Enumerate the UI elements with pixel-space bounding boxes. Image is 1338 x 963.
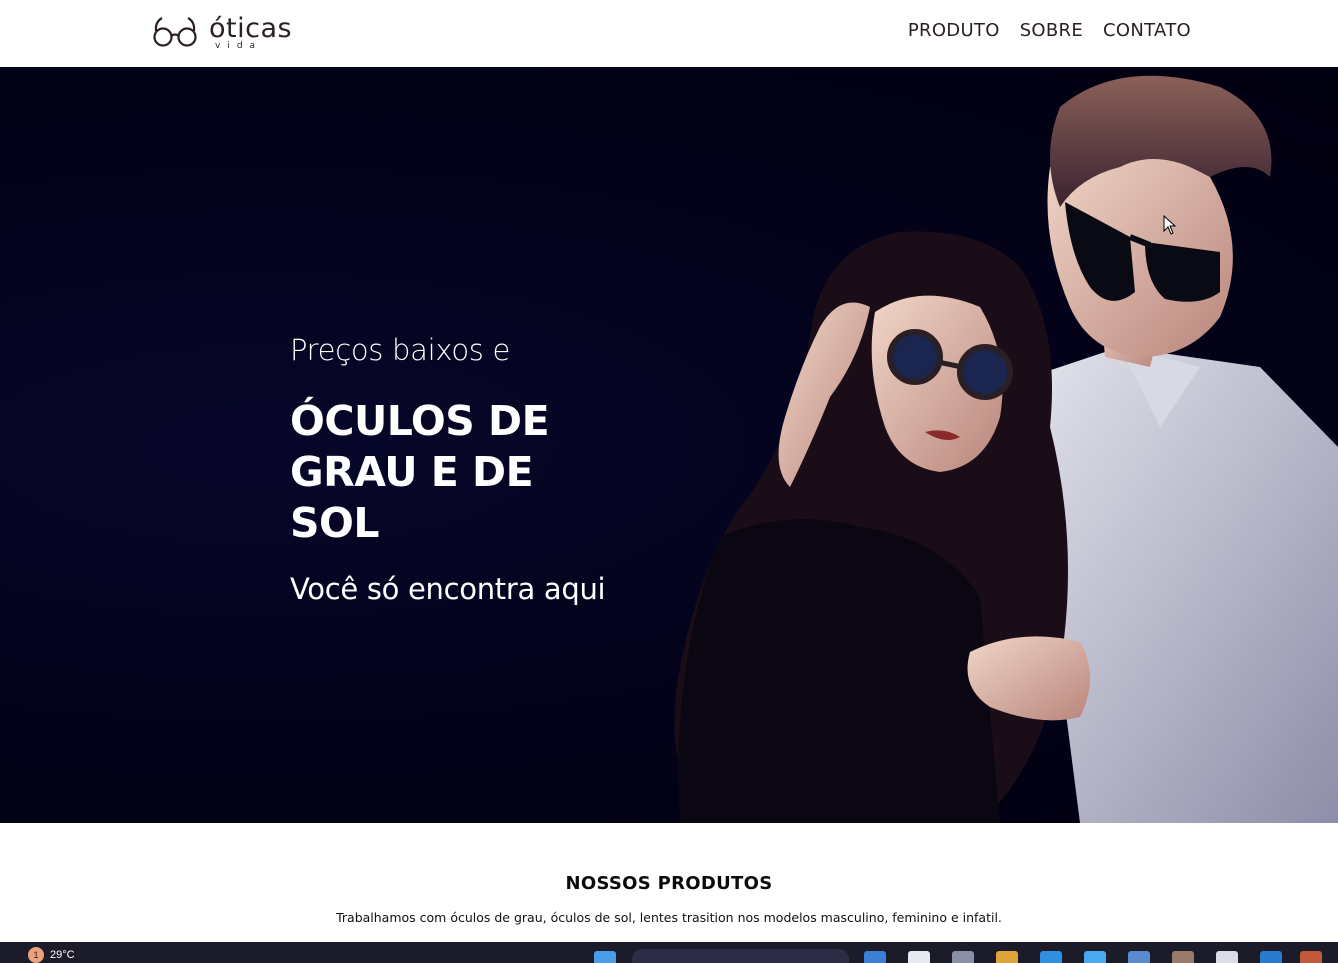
main-nav: PRODUTO SOBRE CONTATO	[908, 20, 1191, 41]
hero-banner: Preços baixos e ÓCULOS DE GRAU E DE SOL …	[0, 67, 1338, 823]
mouse-cursor-icon	[1163, 215, 1177, 235]
hero-couple-image	[674, 75, 1338, 823]
hero-subtitle: Você só encontra aqui	[290, 572, 606, 606]
start-icon[interactable]	[594, 951, 616, 963]
folder-icon[interactable]	[996, 951, 1018, 963]
hero-text-block: Preços baixos e ÓCULOS DE GRAU E DE SOL …	[290, 333, 630, 606]
calendar-icon[interactable]	[1084, 951, 1106, 963]
products-title: NOSSOS PRODUTOS	[565, 873, 773, 894]
app-icon-2[interactable]	[908, 951, 930, 963]
taskbar-search[interactable]	[632, 949, 849, 963]
vscode-icon[interactable]	[1260, 951, 1282, 963]
glasses-icon	[153, 17, 197, 47]
app-icon-1[interactable]	[864, 951, 886, 963]
logo-text: óticas	[209, 13, 293, 44]
products-section: NOSSOS PRODUTOS Trabalhamos com óculos d…	[0, 823, 1338, 942]
temperature: 29°C	[50, 949, 75, 961]
app-icon-5[interactable]	[1216, 951, 1238, 963]
site-header: óticas vida PRODUTO SOBRE CONTATO	[0, 0, 1338, 67]
weather-widget[interactable]: 1 29°C	[28, 947, 75, 963]
app-icon-6[interactable]	[1300, 951, 1322, 963]
products-description: Trabalhamos com óculos de grau, óculos d…	[336, 910, 1002, 925]
edge-icon[interactable]	[1040, 951, 1062, 963]
app-icon-4[interactable]	[1172, 951, 1194, 963]
app-icon-3[interactable]	[952, 951, 974, 963]
hero-pretitle: Preços baixos e	[290, 333, 511, 367]
nav-sobre[interactable]: SOBRE	[1020, 20, 1083, 41]
nav-produto[interactable]: PRODUTO	[908, 20, 1000, 41]
hero-title: ÓCULOS DE GRAU E DE SOL	[290, 397, 550, 547]
nav-contato[interactable]: CONTATO	[1103, 20, 1191, 41]
taskbar: 1 29°C	[0, 942, 1338, 963]
logo[interactable]: óticas vida	[152, 14, 312, 52]
store-icon[interactable]	[1128, 951, 1150, 963]
weather-badge: 1	[28, 947, 44, 963]
